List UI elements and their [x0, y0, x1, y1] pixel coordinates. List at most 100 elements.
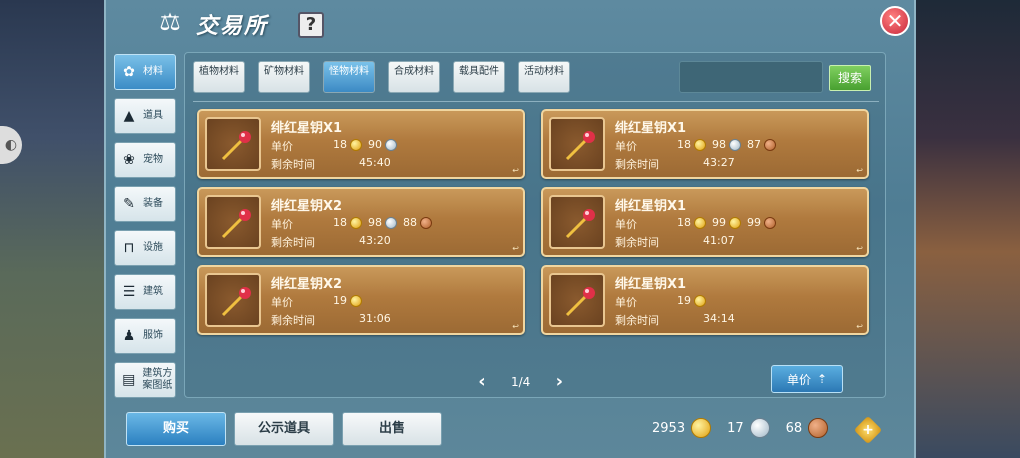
sell-button[interactable]: 出售: [342, 412, 442, 446]
gold-amount: 18: [333, 138, 347, 151]
price: 18 98 88: [333, 216, 435, 229]
corner-mark-icon: ↩: [856, 244, 863, 253]
price: 19: [677, 294, 709, 307]
search-input[interactable]: [679, 61, 823, 93]
sort-arrow-icon: ⇡: [816, 372, 828, 386]
silver-amount: 98: [712, 138, 726, 151]
nav-item-tool[interactable]: ▲ 道具: [114, 98, 176, 134]
tab-synthesis[interactable]: 合成材料: [388, 61, 440, 93]
nav-label: 道具: [143, 110, 163, 121]
nav-item-building[interactable]: ☰ 建筑: [114, 274, 176, 310]
item-slot: [549, 273, 605, 327]
tab-mineral[interactable]: 矿物材料: [258, 61, 310, 93]
listing-card[interactable]: 绯红星钥X1 单价 18 98 87 剩余时间 43:27 ↩: [541, 109, 869, 179]
remaining-time-label: 剩余时间: [615, 158, 659, 171]
tab-event[interactable]: 活动材料: [518, 61, 570, 93]
corner-mark-icon: ↩: [512, 166, 519, 175]
item-name: 绯红星钥X1: [615, 199, 687, 214]
remaining-time-label: 剩余时间: [271, 158, 315, 171]
scepter-icon: [565, 209, 595, 239]
nav-item-blueprint[interactable]: ▤ 建筑方案图纸: [114, 362, 176, 398]
add-currency-button[interactable]: +: [853, 415, 883, 445]
unit-price-label: 单价: [271, 296, 293, 309]
tab-plant[interactable]: 植物材料: [193, 61, 245, 93]
tab-monster[interactable]: 怪物材料: [323, 61, 375, 93]
gold-coin-icon: [350, 216, 362, 229]
corner-mark-icon: ↩: [856, 322, 863, 331]
clothing-icon: ♟: [122, 328, 136, 344]
page-indicator: 1/4: [511, 374, 531, 389]
listing-card[interactable]: 绯红星钥X2 单价 19 剩余时间 31:06 ↩: [197, 265, 525, 335]
building-icon: ☰: [122, 284, 136, 300]
help-button[interactable]: ?: [298, 12, 324, 38]
wallet-gold: 2953: [652, 420, 686, 436]
subcategory-tabs: 植物材料 矿物材料 怪物材料 合成材料 载具配件 活动材料: [193, 61, 570, 93]
silver-amount: 90: [368, 138, 382, 151]
corner-mark-icon: ↩: [512, 322, 519, 331]
gold-coin-icon: [350, 138, 362, 151]
plus-icon: +: [862, 422, 874, 438]
gold-coin-icon: [694, 138, 706, 151]
buy-button[interactable]: 购买: [126, 412, 226, 446]
tool-icon: ▲: [123, 108, 135, 124]
sort-by-price-button[interactable]: 单价 ⇡: [771, 365, 843, 393]
gold-amount: 18: [677, 216, 691, 229]
item-slot: [205, 117, 261, 171]
nav-item-pet[interactable]: ❀ 宠物: [114, 142, 176, 178]
next-page-icon[interactable]: ›: [552, 371, 566, 392]
scepter-icon: [221, 209, 251, 239]
sort-label: 单价: [786, 372, 811, 387]
wallet: 2953 17 68: [652, 418, 829, 438]
gold-coin-icon: [350, 294, 362, 307]
silver-amount: 98: [368, 216, 382, 229]
facility-icon: ⊓: [123, 240, 135, 256]
nav-label: 服饰: [143, 330, 163, 341]
unit-price-label: 单价: [615, 296, 637, 309]
equipment-icon: ✎: [123, 196, 135, 212]
listing-card[interactable]: 绯红星钥X1 单价 18 99 99 剩余时间 41:07 ↩: [541, 187, 869, 257]
item-name: 绯红星钥X1: [615, 121, 687, 136]
silver-coin-icon: [729, 138, 741, 151]
remaining-time: 43:27: [703, 156, 735, 169]
nav-label: 设施: [143, 242, 163, 253]
item-name: 绯红星钥X2: [271, 199, 343, 214]
price: 18 90: [333, 138, 400, 151]
copper-amount: 88: [403, 216, 417, 229]
corner-mark-icon: ↩: [512, 244, 519, 253]
nav-item-clothing[interactable]: ♟ 服饰: [114, 318, 176, 354]
listing-area: 植物材料 矿物材料 怪物材料 合成材料 载具配件 活动材料 搜索 绯红星钥X1 …: [184, 52, 886, 398]
unit-price-label: 单价: [615, 218, 637, 231]
remaining-time-label: 剩余时间: [615, 236, 659, 249]
close-button[interactable]: ✕: [880, 6, 910, 36]
item-name: 绯红星钥X2: [271, 277, 343, 292]
wallet-copper: 68: [785, 420, 803, 436]
price: 18 98 87: [677, 138, 779, 151]
scale-icon: ⚖: [159, 8, 181, 36]
copper-coin-icon: [764, 138, 776, 151]
remaining-time-label: 剩余时间: [271, 236, 315, 249]
search-button[interactable]: 搜索: [829, 65, 871, 91]
wallet-silver: 17: [727, 420, 744, 436]
nav-label: 宠物: [143, 154, 163, 165]
item-name: 绯红星钥X1: [615, 277, 687, 292]
category-nav: ✿ 材料 ▲ 道具 ❀ 宠物 ✎ 装备 ⊓ 设施 ☰ 建筑 ♟ 服饰 ▤ 建筑方: [114, 54, 178, 406]
nav-item-equipment[interactable]: ✎ 装备: [114, 186, 176, 222]
blueprint-icon: ▤: [122, 372, 136, 388]
scepter-icon: [221, 287, 251, 317]
gold-coin-icon: [694, 294, 706, 307]
nav-label: 材料: [143, 66, 163, 77]
item-name: 绯红星钥X1: [271, 121, 343, 136]
listing-card[interactable]: 绯红星钥X1 单价 19 剩余时间 34:14 ↩: [541, 265, 869, 335]
background-scene-right: [910, 0, 1020, 458]
gold-amount: 19: [677, 294, 691, 307]
public-items-button[interactable]: 公示道具: [234, 412, 334, 446]
unit-price-label: 单价: [271, 140, 293, 153]
tab-vehicle-parts[interactable]: 载具配件: [453, 61, 505, 93]
listing-card[interactable]: 绯红星钥X1 单价 18 90 剩余时间 45:40 ↩: [197, 109, 525, 179]
remaining-time-label: 剩余时间: [271, 314, 315, 327]
nav-item-material[interactable]: ✿ 材料: [114, 54, 176, 90]
page-title: 交易所: [196, 14, 269, 39]
prev-page-icon[interactable]: ‹: [475, 371, 489, 392]
listing-card[interactable]: 绯红星钥X2 单价 18 98 88 剩余时间 43:20 ↩: [197, 187, 525, 257]
nav-item-facility[interactable]: ⊓ 设施: [114, 230, 176, 266]
